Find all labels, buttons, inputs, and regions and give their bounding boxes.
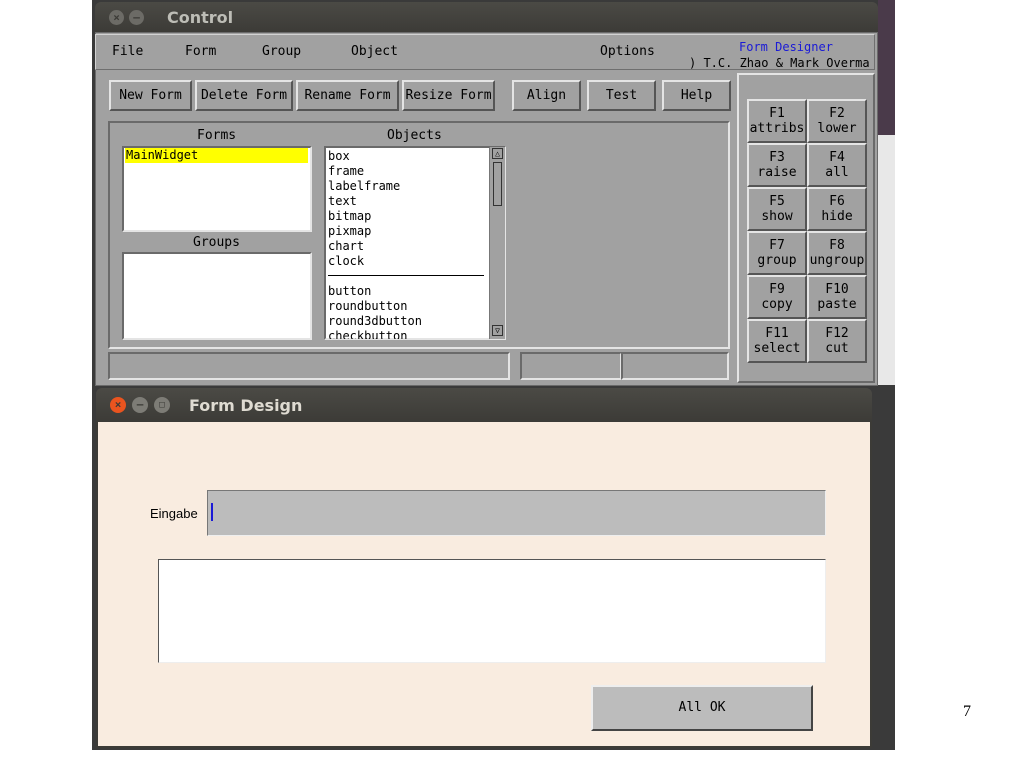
minimize-icon[interactable]: – bbox=[129, 10, 144, 25]
fkey-action: all bbox=[825, 165, 849, 180]
status-field-3 bbox=[621, 352, 729, 380]
fkey-label: F4 bbox=[829, 150, 845, 165]
object-item-roundbutton[interactable]: roundbutton bbox=[328, 299, 407, 314]
object-item-pixmap[interactable]: pixmap bbox=[328, 224, 371, 239]
fkey-action: cut bbox=[825, 341, 849, 356]
groups-list[interactable] bbox=[122, 252, 312, 340]
objects-label: Objects bbox=[387, 128, 442, 143]
maximize-icon[interactable]: □ bbox=[154, 397, 170, 413]
object-item-text[interactable]: text bbox=[328, 194, 357, 209]
window-title: Form Design bbox=[189, 396, 303, 415]
page-number: 7 bbox=[963, 703, 971, 720]
scroll-up-icon[interactable]: △ bbox=[492, 148, 503, 159]
fkey-label: F12 bbox=[825, 326, 849, 341]
fkey-lower-button[interactable]: F2 lower bbox=[807, 99, 867, 143]
form-design-titlebar[interactable]: × – □ Form Design bbox=[96, 388, 872, 422]
fkey-action: select bbox=[753, 341, 801, 356]
scroll-down-icon[interactable]: ▽ bbox=[492, 325, 503, 336]
status-field-2 bbox=[520, 352, 622, 380]
object-item-chart[interactable]: chart bbox=[328, 239, 364, 254]
fkey-label: F3 bbox=[769, 150, 785, 165]
fkey-all-button[interactable]: F4 all bbox=[807, 143, 867, 187]
fkey-action: copy bbox=[761, 297, 793, 312]
form-designer-label: Form Designer bbox=[739, 40, 833, 54]
desktop-backdrop-right bbox=[878, 0, 895, 135]
fkey-label: F11 bbox=[765, 326, 789, 341]
fkey-action: attribs bbox=[749, 121, 805, 136]
all-ok-button[interactable]: All OK bbox=[591, 685, 813, 731]
fkey-raise-button[interactable]: F3 raise bbox=[747, 143, 807, 187]
fkey-label: F7 bbox=[769, 238, 785, 253]
eingabe-label: Eingabe bbox=[150, 506, 198, 521]
fkey-ungroup-button[interactable]: F8 ungroup bbox=[807, 231, 867, 275]
fkey-attribs-button[interactable]: F1 attribs bbox=[747, 99, 807, 143]
fkey-hide-button[interactable]: F6 hide bbox=[807, 187, 867, 231]
objects-divider bbox=[328, 275, 484, 276]
fkey-action: group bbox=[757, 253, 797, 268]
fkey-action: ungroup bbox=[809, 253, 865, 268]
menu-form[interactable]: Form bbox=[185, 44, 216, 59]
scrollbar-thumb[interactable] bbox=[493, 162, 502, 206]
new-form-button[interactable]: New Form bbox=[109, 80, 192, 111]
desktop-backdrop-right-light bbox=[878, 135, 895, 385]
delete-form-button[interactable]: Delete Form bbox=[195, 80, 293, 111]
window-title: Control bbox=[167, 8, 234, 27]
object-item-round3dbutton[interactable]: round3dbutton bbox=[328, 314, 422, 329]
fkey-label: F2 bbox=[829, 106, 845, 121]
groups-label: Groups bbox=[193, 235, 240, 250]
help-button[interactable]: Help bbox=[662, 80, 731, 111]
object-item-bitmap[interactable]: bitmap bbox=[328, 209, 371, 224]
test-button[interactable]: Test bbox=[587, 80, 656, 111]
form-item-mainwidget[interactable]: MainWidget bbox=[125, 148, 308, 163]
authors-label: ) T.C. Zhao & Mark Overma bbox=[689, 56, 870, 70]
fkey-select-button[interactable]: F11 select bbox=[747, 319, 807, 363]
rename-form-button[interactable]: Rename Form bbox=[296, 80, 399, 111]
output-textarea[interactable] bbox=[158, 559, 826, 663]
close-icon[interactable]: × bbox=[109, 10, 124, 25]
object-item-checkbutton[interactable]: checkbutton bbox=[326, 329, 488, 339]
fkey-label: F10 bbox=[825, 282, 849, 297]
fkey-paste-button[interactable]: F10 paste bbox=[807, 275, 867, 319]
fkey-action: hide bbox=[821, 209, 853, 224]
object-item-clock[interactable]: clock bbox=[328, 254, 364, 269]
text-cursor bbox=[211, 503, 213, 521]
fkey-action: paste bbox=[817, 297, 857, 312]
fkey-group-button[interactable]: F7 group bbox=[747, 231, 807, 275]
resize-form-button[interactable]: Resize Form bbox=[402, 80, 495, 111]
fkey-cut-button[interactable]: F12 cut bbox=[807, 319, 867, 363]
fkey-label: F8 bbox=[829, 238, 845, 253]
object-item-labelframe[interactable]: labelframe bbox=[328, 179, 400, 194]
minimize-icon[interactable]: – bbox=[132, 397, 148, 413]
fkey-action: raise bbox=[757, 165, 797, 180]
fkey-label: F6 bbox=[829, 194, 845, 209]
fkey-copy-button[interactable]: F9 copy bbox=[747, 275, 807, 319]
fkey-label: F9 bbox=[769, 282, 785, 297]
menu-options[interactable]: Options bbox=[600, 44, 655, 59]
objects-list-clip: checkbutton bbox=[326, 329, 488, 339]
forms-label: Forms bbox=[197, 128, 237, 143]
menu-file[interactable]: File bbox=[112, 44, 143, 59]
eingabe-input[interactable] bbox=[207, 490, 826, 536]
fkey-show-button[interactable]: F5 show bbox=[747, 187, 807, 231]
control-window-titlebar[interactable]: × – Control bbox=[95, 2, 878, 32]
object-item-frame[interactable]: frame bbox=[328, 164, 364, 179]
fkey-label: F1 bbox=[769, 106, 785, 121]
fkey-label: F5 bbox=[769, 194, 785, 209]
fkey-action: lower bbox=[817, 121, 857, 136]
objects-scrollbar[interactable]: △ ▽ bbox=[489, 147, 505, 339]
object-item-button[interactable]: button bbox=[328, 284, 371, 299]
close-icon[interactable]: × bbox=[110, 397, 126, 413]
menu-group[interactable]: Group bbox=[262, 44, 301, 59]
align-button[interactable]: Align bbox=[512, 80, 581, 111]
object-item-box[interactable]: box bbox=[328, 149, 350, 164]
status-field-main bbox=[108, 352, 510, 380]
fkey-action: show bbox=[761, 209, 793, 224]
menu-object[interactable]: Object bbox=[351, 44, 398, 59]
